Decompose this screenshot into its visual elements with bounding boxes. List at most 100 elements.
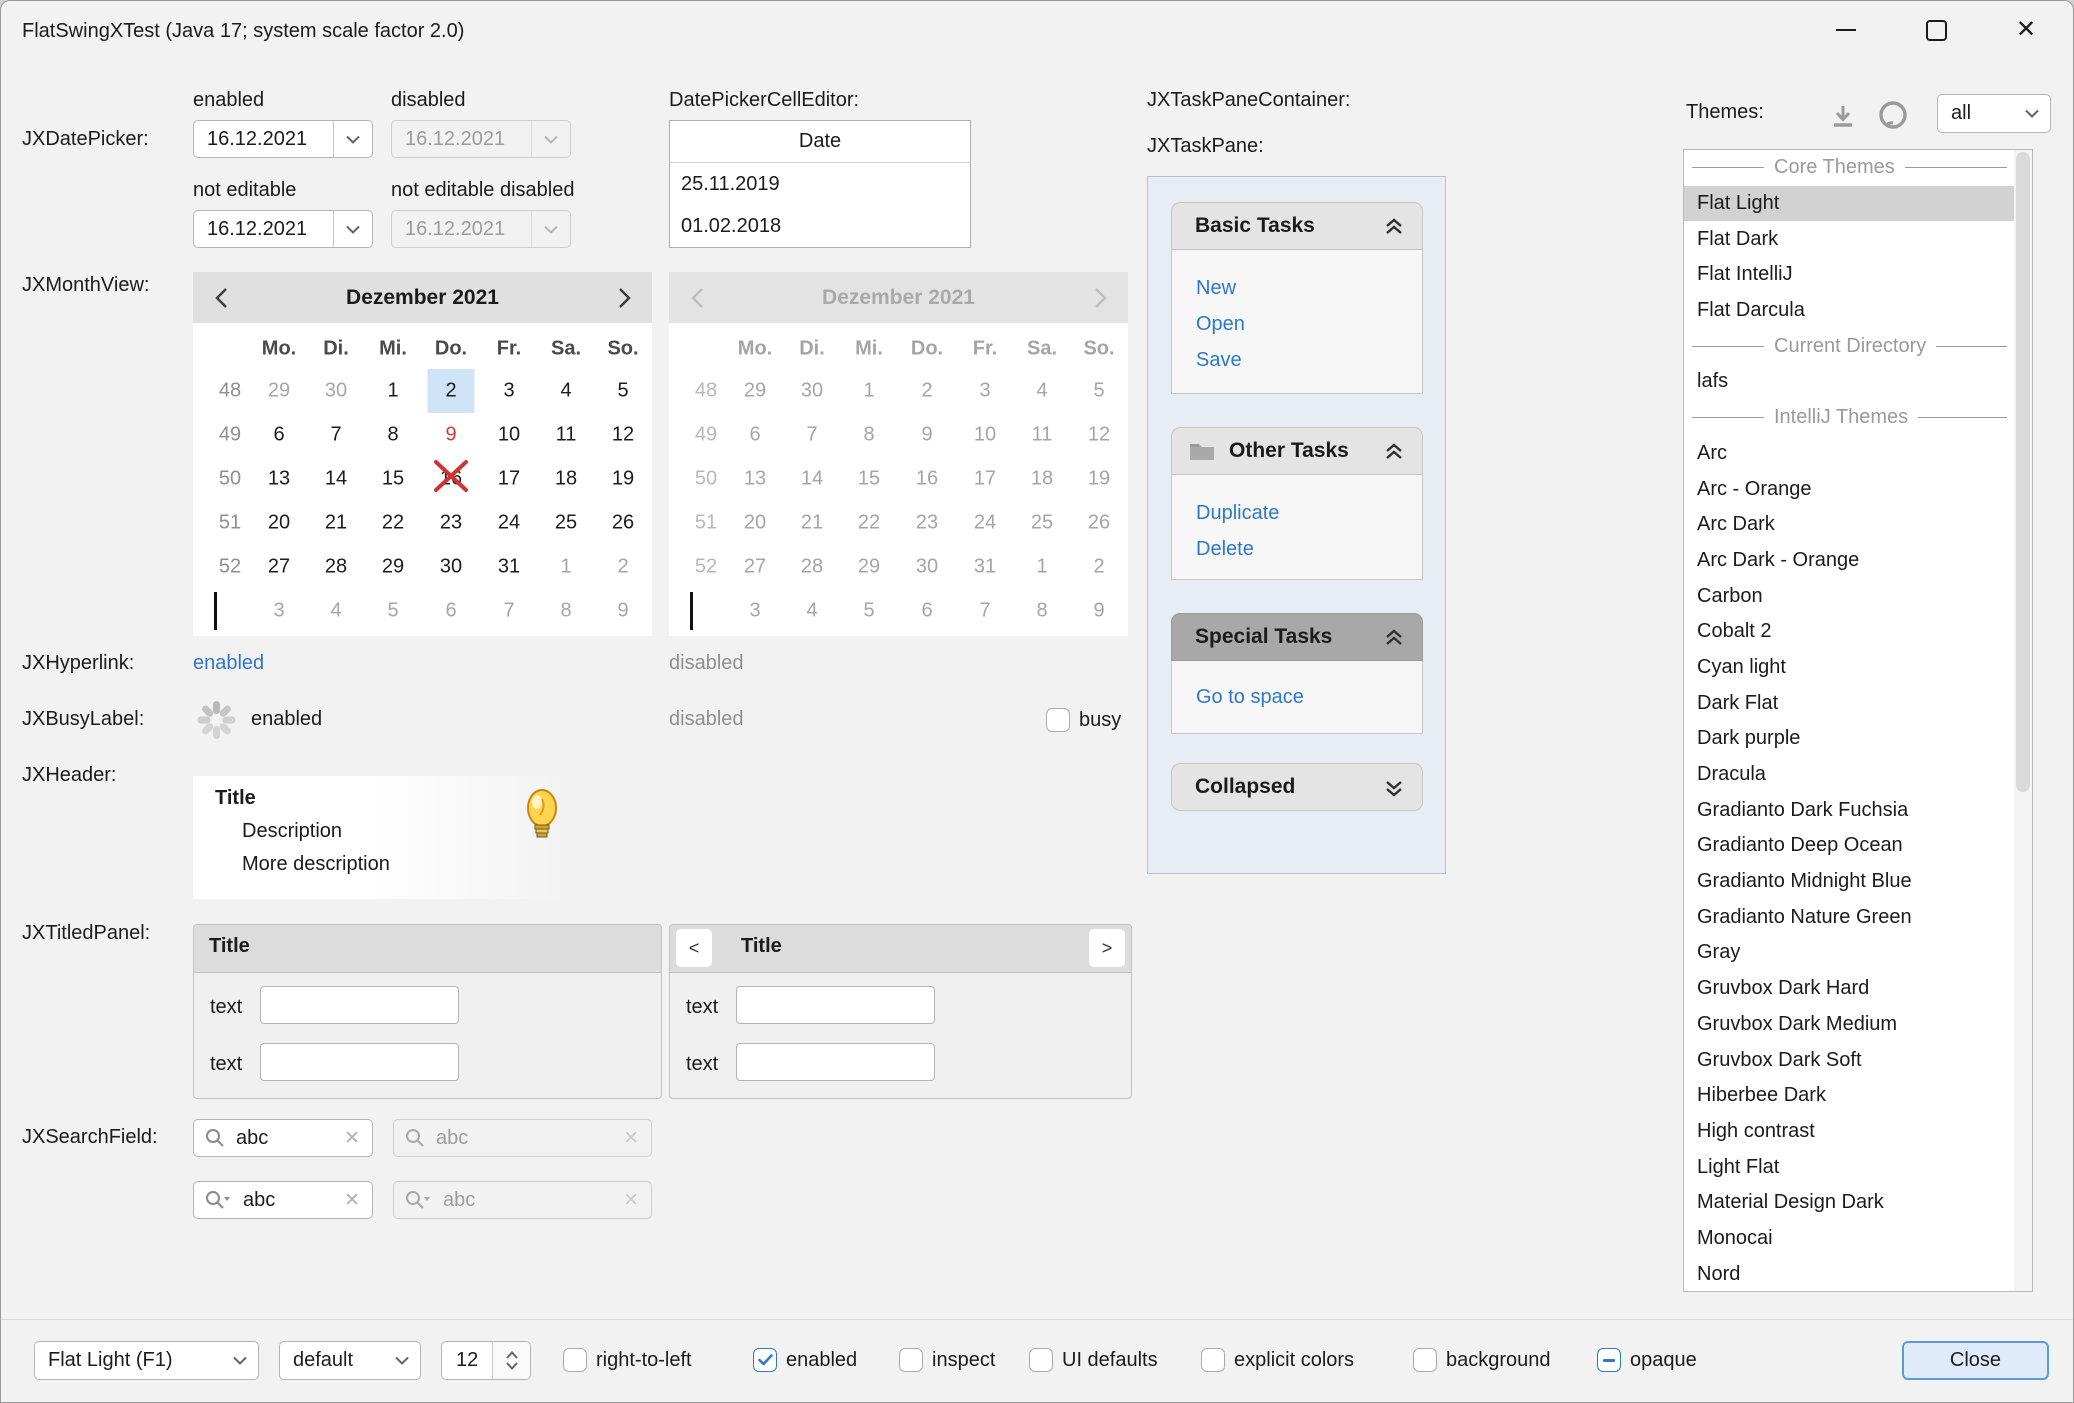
search-input-value[interactable]: abc (236, 1127, 344, 1150)
datepicker-not-editable-dropdown-button[interactable] (333, 211, 372, 247)
calendar-day[interactable]: 3 (503, 380, 514, 403)
taskpane-link-open[interactable]: Open (1172, 306, 1422, 342)
checkbox-enabled[interactable]: enabled (753, 1348, 857, 1372)
checkbox-background[interactable]: background (1413, 1348, 1551, 1372)
datepicker-enabled-value[interactable]: 16.12.2021 (194, 128, 333, 151)
themes-list[interactable]: Core ThemesFlat LightFlat DarkFlat Intel… (1683, 149, 2033, 1292)
theme-item-dracula[interactable]: Dracula (1684, 757, 2015, 793)
calendar-day[interactable]: 4 (560, 380, 571, 403)
checkbox-box[interactable] (1597, 1348, 1621, 1372)
close-window-button[interactable]: ✕ (1994, 1, 2058, 59)
calendar-day[interactable]: 29 (382, 556, 404, 579)
clear-icon[interactable]: ✕ (344, 1189, 360, 1212)
calendar-day[interactable]: 20 (268, 512, 290, 535)
font-size-spinner-buttons[interactable] (492, 1342, 530, 1379)
theme-item-hiberbee-dark[interactable]: Hiberbee Dark (1684, 1078, 2015, 1114)
busy-checkbox[interactable]: busy (1046, 708, 1121, 732)
double-chevron-up-icon[interactable] (1383, 216, 1405, 244)
calendar-day[interactable]: 28 (325, 556, 347, 579)
hyperlink-enabled[interactable]: enabled (193, 652, 264, 675)
calendar-day[interactable]: 8 (387, 424, 398, 447)
calendar-day[interactable]: 8 (560, 600, 571, 623)
checkbox-box[interactable] (899, 1348, 923, 1372)
taskpane-link-save[interactable]: Save (1172, 342, 1422, 378)
laf-combobox[interactable]: Flat Light (F1) (34, 1341, 259, 1380)
font-size-value[interactable]: 12 (442, 1342, 492, 1379)
calendar-day[interactable]: 23 (440, 512, 462, 535)
calendar-day[interactable]: 30 (440, 556, 462, 579)
theme-item-cyan-light[interactable]: Cyan light (1684, 650, 2015, 686)
checkbox-ui-defaults[interactable]: UI defaults (1029, 1348, 1158, 1372)
calendar-day[interactable]: 18 (555, 468, 577, 491)
text-input[interactable] (260, 986, 459, 1024)
calendar-day[interactable]: 24 (498, 512, 520, 535)
calendar-day[interactable]: 6 (445, 600, 456, 623)
theme-item-arc[interactable]: Arc (1684, 436, 2015, 472)
theme-item-gray[interactable]: Gray (1684, 935, 2015, 971)
text-input[interactable] (260, 1043, 459, 1081)
calendar-day[interactable]: 9 (445, 424, 456, 447)
next-month-button[interactable] (608, 282, 640, 314)
theme-item-flat-light[interactable]: Flat Light (1684, 186, 2015, 222)
search-input-value[interactable]: abc (243, 1189, 344, 1212)
double-chevron-up-icon[interactable] (1383, 441, 1405, 469)
calendar-day[interactable]: 19 (612, 468, 634, 491)
checkbox-explicit-colors[interactable]: explicit colors (1201, 1348, 1354, 1372)
theme-item-gruvbox-dark-hard[interactable]: Gruvbox Dark Hard (1684, 971, 2015, 1007)
text-input[interactable] (736, 986, 935, 1024)
github-button[interactable] (1873, 96, 1913, 136)
download-themes-button[interactable] (1825, 98, 1861, 134)
theme-item-arc-dark-orange[interactable]: Arc Dark - Orange (1684, 543, 2015, 579)
checkbox-box[interactable] (1201, 1348, 1225, 1372)
theme-item-cobalt-2[interactable]: Cobalt 2 (1684, 614, 2015, 650)
busy-checkbox-box[interactable] (1046, 708, 1070, 732)
taskpane-header[interactable]: Basic Tasks (1171, 202, 1423, 250)
calendar-day[interactable]: 12 (612, 424, 634, 447)
theme-item-arc-dark[interactable]: Arc Dark (1684, 507, 2015, 543)
titled-panel-right-button[interactable]: > (1089, 929, 1125, 967)
table-row[interactable]: 25.11.2019 (670, 163, 970, 205)
calendar-day[interactable]: 5 (387, 600, 398, 623)
taskpane-header[interactable]: Special Tasks (1171, 613, 1423, 661)
search-menu-icon[interactable] (205, 1190, 232, 1210)
theme-item-flat-intellij[interactable]: Flat IntelliJ (1684, 257, 2015, 293)
theme-item-arc-orange[interactable]: Arc - Orange (1684, 471, 2015, 507)
text-input[interactable] (736, 1043, 935, 1081)
calendar-day[interactable]: 31 (498, 556, 520, 579)
titled-panel-left-button[interactable]: < (676, 929, 712, 967)
taskpane-link-duplicate[interactable]: Duplicate (1172, 495, 1422, 531)
calendar-day[interactable]: 3 (273, 600, 284, 623)
theme-item-carbon[interactable]: Carbon (1684, 578, 2015, 614)
datepicker-enabled[interactable]: 16.12.2021 (193, 120, 373, 158)
taskpane-header[interactable]: Other Tasks (1171, 427, 1423, 475)
taskpane-header[interactable]: Collapsed (1171, 763, 1423, 811)
theme-item-nord[interactable]: Nord (1684, 1256, 2015, 1292)
font-combobox[interactable]: default (279, 1341, 421, 1380)
datepicker-not-editable[interactable]: 16.12.2021 (193, 210, 373, 248)
calendar-day[interactable]: 4 (330, 600, 341, 623)
calendar-day[interactable]: 10 (498, 424, 520, 447)
calendar-day[interactable]: 7 (503, 600, 514, 623)
theme-item-dark-purple[interactable]: Dark purple (1684, 721, 2015, 757)
checkbox-box[interactable] (563, 1348, 587, 1372)
calendar-day[interactable]: 6 (273, 424, 284, 447)
theme-item-material-design-dark[interactable]: Material Design Dark (1684, 1185, 2015, 1221)
calendar-day[interactable]: 22 (382, 512, 404, 535)
calendar-day[interactable]: 17 (498, 468, 520, 491)
minimize-button[interactable] (1814, 1, 1878, 59)
maximize-button[interactable] (1904, 1, 1968, 59)
calendar-day[interactable]: 1 (387, 380, 398, 403)
previous-month-button[interactable] (205, 282, 237, 314)
themes-scrollbar[interactable] (2014, 150, 2032, 1291)
calendar-day[interactable]: 2 (617, 556, 628, 579)
taskpane-link-new[interactable]: New (1172, 270, 1422, 306)
calendar-day[interactable]: 9 (617, 600, 628, 623)
calendar-day[interactable]: 13 (268, 468, 290, 491)
theme-item-gradianto-deep-ocean[interactable]: Gradianto Deep Ocean (1684, 828, 2015, 864)
calendar-day[interactable]: 27 (268, 556, 290, 579)
theme-item-monocai[interactable]: Monocai (1684, 1221, 2015, 1257)
font-size-spinner[interactable]: 12 (441, 1341, 531, 1380)
calendar-day[interactable]: 14 (325, 468, 347, 491)
double-chevron-down-icon[interactable] (1383, 777, 1405, 805)
close-button[interactable]: Close (1902, 1341, 2049, 1380)
